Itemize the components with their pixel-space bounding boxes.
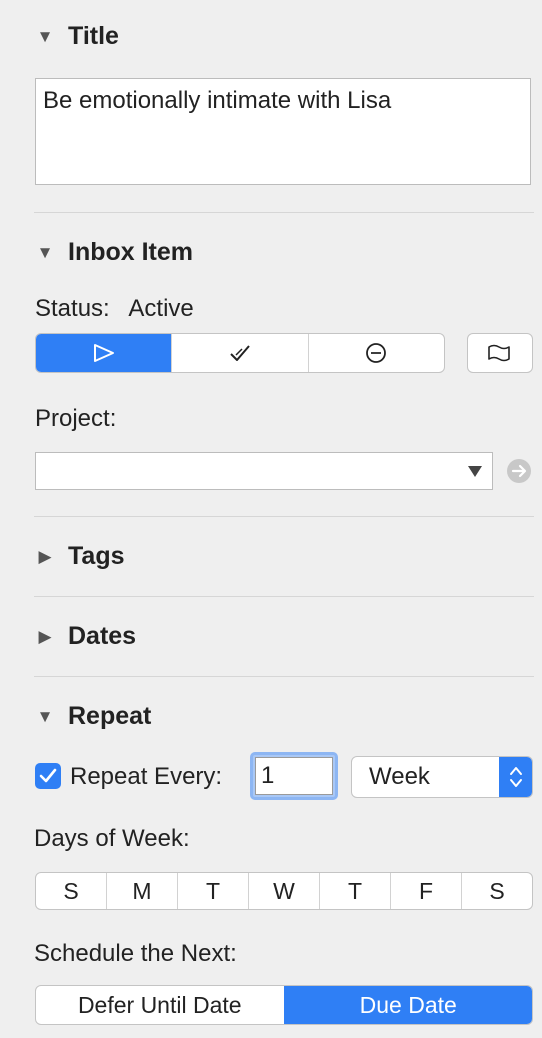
dates-section-header[interactable]: ▶ Dates xyxy=(34,622,136,651)
go-to-project-icon[interactable] xyxy=(506,458,532,484)
status-completed-button[interactable] xyxy=(171,334,307,372)
disclosure-triangle-down-icon[interactable]: ▼ xyxy=(34,27,56,47)
disclosure-triangle-right-icon[interactable]: ▶ xyxy=(34,547,56,567)
tags-section-header[interactable]: ▶ Tags xyxy=(34,542,125,571)
title-section-label: Title xyxy=(68,22,119,50)
project-combobox[interactable] xyxy=(35,452,493,490)
status-row: Status: Active xyxy=(35,295,194,323)
day-saturday-button[interactable]: S xyxy=(461,873,532,909)
repeat-section-label: Repeat xyxy=(68,702,152,730)
day-friday-button[interactable]: F xyxy=(390,873,461,909)
flag-icon xyxy=(488,344,510,362)
inbox-item-section-header[interactable]: ▼ Inbox Item xyxy=(34,238,193,267)
repeat-unit-value: Week xyxy=(369,763,430,790)
status-label: Status: xyxy=(35,295,110,322)
title-section-header[interactable]: ▼ Title xyxy=(34,22,119,51)
dropped-icon xyxy=(366,343,387,363)
repeat-interval-value: 1 xyxy=(255,757,333,795)
days-of-week-segmented-control[interactable]: S M T W T F S xyxy=(35,872,533,910)
divider xyxy=(34,596,534,597)
inbox-item-section-label: Inbox Item xyxy=(68,238,194,266)
day-monday-button[interactable]: M xyxy=(106,873,177,909)
day-tuesday-button[interactable]: T xyxy=(177,873,248,909)
defer-until-date-button[interactable]: Defer Until Date xyxy=(36,986,284,1024)
dropdown-arrow-icon[interactable] xyxy=(468,466,482,477)
status-value: Active xyxy=(128,295,194,322)
repeat-checkbox[interactable] xyxy=(35,763,61,789)
schedule-next-segmented-control[interactable]: Defer Until Date Due Date xyxy=(35,985,533,1025)
completed-icon xyxy=(230,345,250,361)
repeat-every-label: Repeat Every: xyxy=(70,763,223,790)
divider xyxy=(34,212,534,213)
disclosure-triangle-down-icon[interactable]: ▼ xyxy=(34,707,56,727)
status-segmented-control[interactable] xyxy=(35,333,445,373)
repeat-section-header[interactable]: ▼ Repeat xyxy=(34,702,152,731)
flag-button[interactable] xyxy=(467,333,533,373)
divider xyxy=(34,676,534,677)
due-date-button[interactable]: Due Date xyxy=(283,986,532,1024)
popup-stepper-icon[interactable] xyxy=(499,757,532,797)
dates-section-label: Dates xyxy=(68,622,137,650)
day-wednesday-button[interactable]: W xyxy=(248,873,319,909)
day-thursday-button[interactable]: T xyxy=(319,873,390,909)
disclosure-triangle-right-icon[interactable]: ▶ xyxy=(34,627,56,647)
divider xyxy=(34,516,534,517)
chevron-up-down-icon xyxy=(509,767,522,787)
status-dropped-button[interactable] xyxy=(307,334,444,372)
schedule-next-label: Schedule the Next: xyxy=(34,940,237,967)
days-of-week-label: Days of Week: xyxy=(34,825,190,852)
day-sunday-button[interactable]: S xyxy=(36,873,106,909)
title-text-value: Be emotionally intimate with Lisa xyxy=(43,87,392,114)
project-label: Project: xyxy=(35,405,117,432)
status-active-button[interactable] xyxy=(36,334,172,372)
checkmark-icon xyxy=(39,768,57,783)
title-text-field[interactable]: Be emotionally intimate with Lisa xyxy=(35,78,531,185)
tags-section-label: Tags xyxy=(68,542,125,570)
repeat-unit-popup[interactable]: Week xyxy=(351,756,533,798)
repeat-interval-field[interactable]: 1 xyxy=(250,752,338,800)
active-icon xyxy=(93,344,114,362)
disclosure-triangle-down-icon[interactable]: ▼ xyxy=(34,243,56,263)
